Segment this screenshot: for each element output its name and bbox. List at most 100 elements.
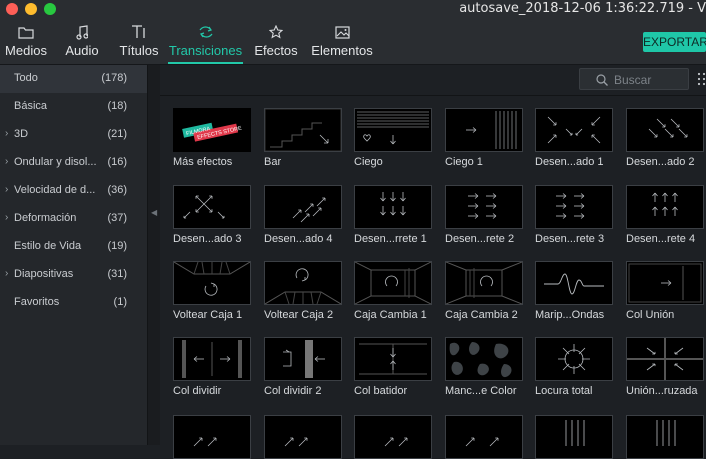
tab-label: Transiciones [168,43,243,58]
transition-label: Caja Cambia 1 [354,309,427,321]
tab-medios[interactable]: Medios [2,18,50,64]
text-icon [117,23,161,41]
transition-thumbnail[interactable]: FILMORA EFFECTS STORE [173,108,251,152]
transition-thumbnail[interactable] [173,337,251,381]
sidebar-item-label: Todo [14,72,38,84]
sidebar-item-count: (37) [107,212,127,224]
search-input[interactable] [612,71,686,89]
transition-thumbnail[interactable] [445,185,523,229]
effects-icon [253,23,299,41]
transition-label: Desen...rete 2 [445,233,515,245]
chevron-right-icon[interactable]: › [5,212,8,223]
sidebar-item-count: (21) [107,128,127,140]
transition-thumbnail[interactable] [626,261,704,305]
transition-thumbnail[interactable] [535,337,613,381]
transition-icon [168,23,243,41]
tab-label: Efectos [254,43,298,58]
transition-thumbnail[interactable] [535,185,613,229]
sidebar-item-label: Velocidad de d... [14,184,96,196]
transition-label: Unión...ruzada [626,385,698,397]
sidebar-item-velocidad[interactable]: › Velocidad de d... (36) [0,177,147,205]
sidebar-item-3d[interactable]: › 3D (21) [0,121,147,149]
transition-label: Locura total [535,385,593,397]
tab-label: Títulos [119,43,159,58]
transition-thumbnail[interactable] [264,108,342,152]
transition-thumbnail[interactable] [354,415,432,459]
transition-label: Caja Cambia 2 [445,309,518,321]
transition-thumbnail[interactable] [626,185,704,229]
export-button[interactable]: EXPORTAR [643,32,706,52]
transition-label: Col dividir [173,385,222,397]
chevron-right-icon[interactable]: › [5,184,8,195]
transition-label: Ciego 1 [445,156,483,168]
transition-thumbnail[interactable] [445,108,523,152]
transitions-panel: FILMORA EFFECTS STORE Más efectos Bar Ciego… [160,65,706,459]
tab-efectos[interactable]: Efectos [253,18,299,64]
transition-thumbnail[interactable] [535,415,613,459]
search-box[interactable] [579,68,689,90]
transition-thumbnail[interactable] [354,185,432,229]
sidebar-item-favoritos[interactable]: Favoritos (1) [0,289,147,317]
transition-thumbnail[interactable] [626,108,704,152]
search-icon [596,73,608,91]
image-icon [311,23,373,41]
transition-thumbnail[interactable] [535,108,613,152]
sidebar-item-label: Ondular y disol... [14,156,97,168]
category-sidebar: Todo (178) Básica (18) › 3D (21) › Ondul… [0,65,147,445]
sidebar-item-basica[interactable]: Básica (18) [0,93,147,121]
transition-thumbnail[interactable] [264,261,342,305]
transition-thumbnail[interactable] [354,337,432,381]
tab-label: Audio [65,43,99,58]
sidebar-item-count: (31) [107,268,127,280]
tab-label: Medios [5,43,47,58]
grid-view-icon[interactable] [697,72,706,91]
transition-thumbnail[interactable] [535,261,613,305]
transition-thumbnail[interactable] [173,261,251,305]
chevron-right-icon[interactable]: › [5,268,8,279]
tab-audio[interactable]: Audio [62,18,102,64]
sidebar-item-diapositivas[interactable]: › Diapositivas (31) [0,261,147,289]
transition-label: Desen...ado 2 [626,156,695,168]
transition-label: Desen...rrete 1 [354,233,427,245]
transition-thumbnail[interactable] [445,415,523,459]
collapse-arrow-icon[interactable]: ◀ [151,208,157,217]
transition-thumbnail[interactable] [354,108,432,152]
minimize-window-button[interactable] [25,3,37,15]
transition-thumbnail[interactable] [626,337,704,381]
transition-thumbnail[interactable] [626,415,704,459]
transition-thumbnail[interactable] [264,185,342,229]
transition-thumbnail[interactable] [264,337,342,381]
panel-splitter[interactable]: ◀ [147,65,161,445]
tab-elementos[interactable]: Elementos [311,18,373,64]
sidebar-item-ondular[interactable]: › Ondular y disol... (16) [0,149,147,177]
transition-label: Voltear Caja 2 [264,309,334,321]
transition-thumbnail[interactable] [354,261,432,305]
sidebar-item-deformacion[interactable]: › Deformación (37) [0,205,147,233]
transition-label: Desen...ado 3 [173,233,242,245]
transition-label: Ciego [354,156,383,168]
toolbar-divider [160,95,706,96]
transition-thumbnail[interactable] [445,261,523,305]
tab-titulos[interactable]: Títulos [117,18,161,64]
sidebar-item-count: (36) [107,184,127,196]
music-note-icon [62,23,102,41]
chevron-right-icon[interactable]: › [5,128,8,139]
tab-transiciones[interactable]: Transiciones [168,18,243,64]
transition-thumbnail[interactable] [264,415,342,459]
transition-label: Desen...rete 4 [626,233,696,245]
sidebar-item-estilo-de-vida[interactable]: Estilo de Vida (19) [0,233,147,261]
transition-thumbnail[interactable] [173,415,251,459]
transition-label: Voltear Caja 1 [173,309,243,321]
sidebar-item-count: (1) [113,296,127,308]
chevron-right-icon[interactable]: › [5,156,8,167]
sidebar-item-label: Favoritos [14,296,60,308]
maximize-window-button[interactable] [44,3,56,15]
sidebar-item-label: 3D [14,128,29,140]
transition-label: Marip...Ondas [535,309,605,321]
title-bar: autosave_2018-12-06 1:36:22.719 - V [0,0,706,18]
close-window-button[interactable] [6,3,18,15]
transition-thumbnail[interactable] [445,337,523,381]
transition-label: Desen...rete 3 [535,233,605,245]
sidebar-item-todo[interactable]: Todo (178) [0,65,147,93]
transition-thumbnail[interactable] [173,185,251,229]
